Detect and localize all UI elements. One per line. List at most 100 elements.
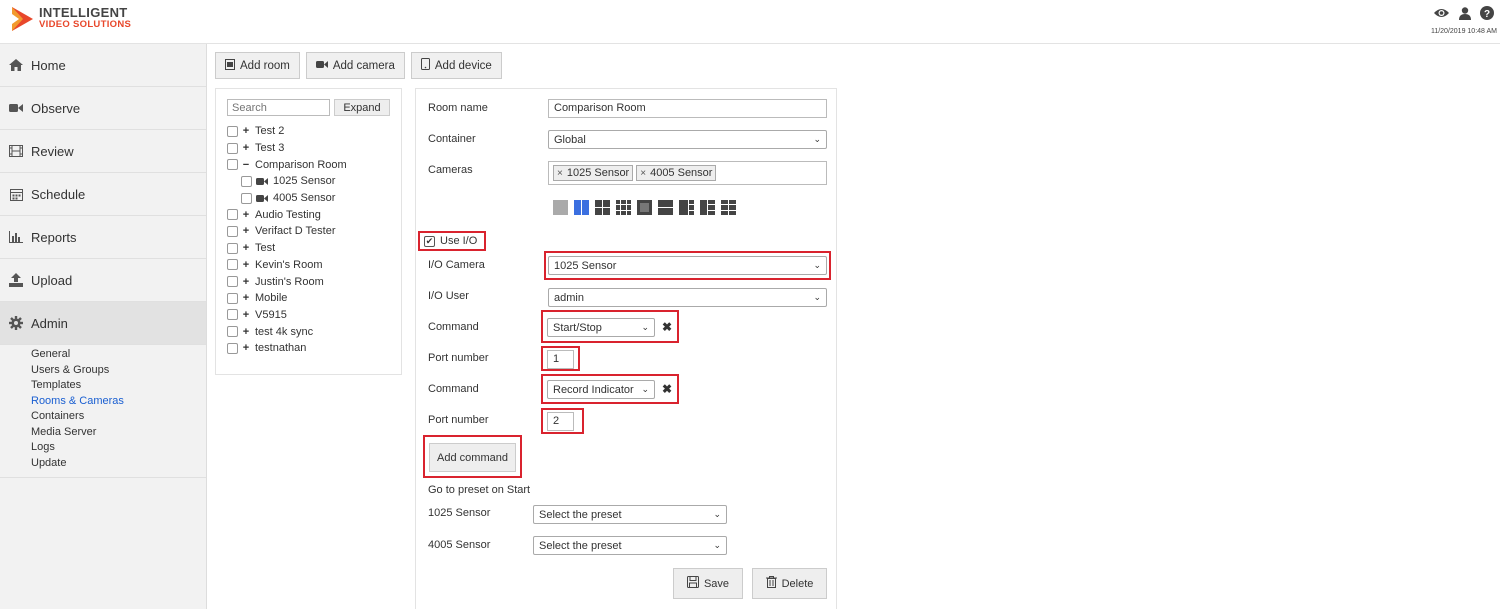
port-number-label: Port number bbox=[428, 352, 489, 364]
subnav-rooms-cameras[interactable]: Rooms & Cameras bbox=[31, 394, 206, 410]
layout-six-grid-icon[interactable] bbox=[721, 200, 736, 215]
remove-command2-icon[interactable]: ✖ bbox=[662, 382, 672, 396]
cameras-multiselect[interactable]: × 1025 Sensor × 4005 Sensor bbox=[548, 161, 827, 185]
tree-room[interactable]: + Test bbox=[227, 240, 347, 257]
expand-toggle[interactable]: + bbox=[242, 276, 250, 288]
user-icon[interactable] bbox=[1459, 6, 1471, 20]
checkbox[interactable] bbox=[227, 125, 238, 137]
tree-room[interactable]: + testnathan bbox=[227, 340, 347, 357]
help-icon[interactable]: ? bbox=[1480, 6, 1494, 20]
tree-room[interactable]: + Test 2 bbox=[227, 123, 347, 140]
subnav-containers[interactable]: Containers bbox=[31, 409, 206, 425]
remove-command1-icon[interactable]: ✖ bbox=[662, 320, 672, 334]
expand-toggle[interactable]: + bbox=[242, 342, 250, 354]
layout-pip-icon[interactable] bbox=[637, 200, 652, 215]
command2-select[interactable]: Record Indicator ⌄ bbox=[547, 380, 655, 399]
checkbox[interactable] bbox=[227, 225, 238, 237]
expand-toggle[interactable]: + bbox=[242, 125, 250, 137]
add-command-button[interactable]: Add command bbox=[429, 443, 516, 472]
expand-button[interactable]: Expand bbox=[334, 99, 390, 116]
tree-camera[interactable]: 4005 Sensor bbox=[227, 190, 347, 207]
checkbox[interactable] bbox=[227, 326, 238, 338]
tree-room[interactable]: + V5915 bbox=[227, 307, 347, 324]
eye-icon[interactable] bbox=[1433, 7, 1450, 19]
checkbox[interactable] bbox=[241, 175, 252, 187]
command2-value: Record Indicator bbox=[553, 383, 634, 396]
io-user-select[interactable]: admin ⌄ bbox=[548, 288, 827, 307]
layout-stacked-icon[interactable] bbox=[658, 200, 673, 215]
checkbox[interactable] bbox=[227, 259, 238, 271]
add-camera-button[interactable]: Add camera bbox=[305, 52, 405, 79]
tree-room-label: Audio Testing bbox=[255, 208, 321, 221]
layout-quad-icon[interactable] bbox=[595, 200, 610, 215]
subnav-logs[interactable]: Logs bbox=[31, 440, 206, 456]
container-select[interactable]: Global ⌄ bbox=[548, 130, 827, 149]
sidebar-item-upload[interactable]: Upload bbox=[0, 259, 206, 302]
tree-room[interactable]: + test 4k sync bbox=[227, 323, 347, 340]
add-device-button[interactable]: Add device bbox=[410, 52, 502, 79]
checkbox[interactable] bbox=[227, 209, 238, 221]
delete-button[interactable]: Delete bbox=[752, 568, 827, 599]
checkbox[interactable] bbox=[227, 142, 238, 154]
sidebar-item-schedule[interactable]: Schedule bbox=[0, 173, 206, 216]
sidebar-item-observe[interactable]: Observe bbox=[0, 87, 206, 130]
save-button[interactable]: Save bbox=[673, 568, 743, 599]
tree-room[interactable]: + Audio Testing bbox=[227, 206, 347, 223]
expand-toggle[interactable]: + bbox=[242, 142, 250, 154]
tree-room[interactable]: + Verifact D Tester bbox=[227, 223, 347, 240]
sidebar-item-home[interactable]: Home bbox=[0, 44, 206, 87]
preset-select[interactable]: Select the preset ⌄ bbox=[533, 505, 727, 524]
expand-toggle[interactable]: + bbox=[242, 259, 250, 271]
collapse-toggle[interactable]: − bbox=[242, 159, 250, 171]
layout-side-by-side-icon[interactable] bbox=[574, 200, 589, 215]
room-name-input[interactable]: Comparison Room bbox=[548, 99, 827, 118]
command-label: Command bbox=[428, 321, 479, 333]
port2-input[interactable]: 2 bbox=[547, 412, 574, 431]
tree-room[interactable]: − Comparison Room bbox=[227, 156, 347, 173]
command1-select[interactable]: Start/Stop ⌄ bbox=[547, 318, 655, 337]
remove-tag-icon[interactable]: × bbox=[557, 168, 563, 179]
logo-subtitle: VIDEO SOLUTIONS bbox=[39, 19, 132, 30]
tree-room-label: testnathan bbox=[255, 342, 307, 355]
sidebar-item-admin[interactable]: Admin bbox=[0, 302, 206, 345]
expand-toggle[interactable]: + bbox=[242, 326, 250, 338]
layout-main-plus-three-icon[interactable] bbox=[679, 200, 694, 215]
port1-input[interactable]: 1 bbox=[547, 350, 574, 369]
checkbox[interactable] bbox=[227, 342, 238, 354]
checkbox[interactable] bbox=[227, 159, 238, 171]
io-camera-select[interactable]: 1025 Sensor ⌄ bbox=[548, 256, 827, 275]
layout-main-plus-side-icon[interactable] bbox=[700, 200, 715, 215]
tree-search-input[interactable] bbox=[227, 99, 330, 116]
checkbox[interactable] bbox=[227, 309, 238, 321]
checkbox[interactable] bbox=[227, 242, 238, 254]
subnav-users-groups[interactable]: Users & Groups bbox=[31, 363, 206, 379]
tree-room[interactable]: + Mobile bbox=[227, 290, 347, 307]
expand-toggle[interactable]: + bbox=[242, 242, 250, 254]
layout-single-icon[interactable] bbox=[553, 200, 568, 215]
sidebar-item-review[interactable]: Review bbox=[0, 130, 206, 173]
checkbox[interactable] bbox=[227, 276, 238, 288]
remove-tag-icon[interactable]: × bbox=[640, 168, 646, 179]
expand-toggle[interactable]: + bbox=[242, 209, 250, 221]
tree-camera[interactable]: 1025 Sensor bbox=[227, 173, 347, 190]
layout-nine-grid-icon[interactable] bbox=[616, 200, 631, 215]
add-room-button[interactable]: Add room bbox=[215, 52, 300, 79]
tree-room[interactable]: + Test 3 bbox=[227, 140, 347, 157]
expand-toggle[interactable]: + bbox=[242, 225, 250, 237]
expand-toggle[interactable]: + bbox=[242, 309, 250, 321]
subnav-general[interactable]: General bbox=[31, 347, 206, 363]
logo[interactable]: INTELLIGENT VIDEO SOLUTIONS bbox=[10, 6, 131, 32]
tree-room[interactable]: + Kevin's Room bbox=[227, 257, 347, 274]
checkbox[interactable] bbox=[227, 292, 238, 304]
checkbox[interactable] bbox=[241, 192, 252, 204]
expand-toggle[interactable]: + bbox=[242, 292, 250, 304]
io-user-value: admin bbox=[554, 291, 584, 304]
preset-select[interactable]: Select the preset ⌄ bbox=[533, 536, 727, 555]
use-io-checkbox[interactable]: ✔ Use I/O bbox=[424, 235, 477, 247]
sidebar-item-reports[interactable]: Reports bbox=[0, 216, 206, 259]
port-number-label: Port number bbox=[428, 414, 489, 426]
subnav-templates[interactable]: Templates bbox=[31, 378, 206, 394]
tree-room[interactable]: + Justin's Room bbox=[227, 273, 347, 290]
subnav-media-server[interactable]: Media Server bbox=[31, 425, 206, 441]
subnav-update[interactable]: Update bbox=[31, 456, 206, 472]
